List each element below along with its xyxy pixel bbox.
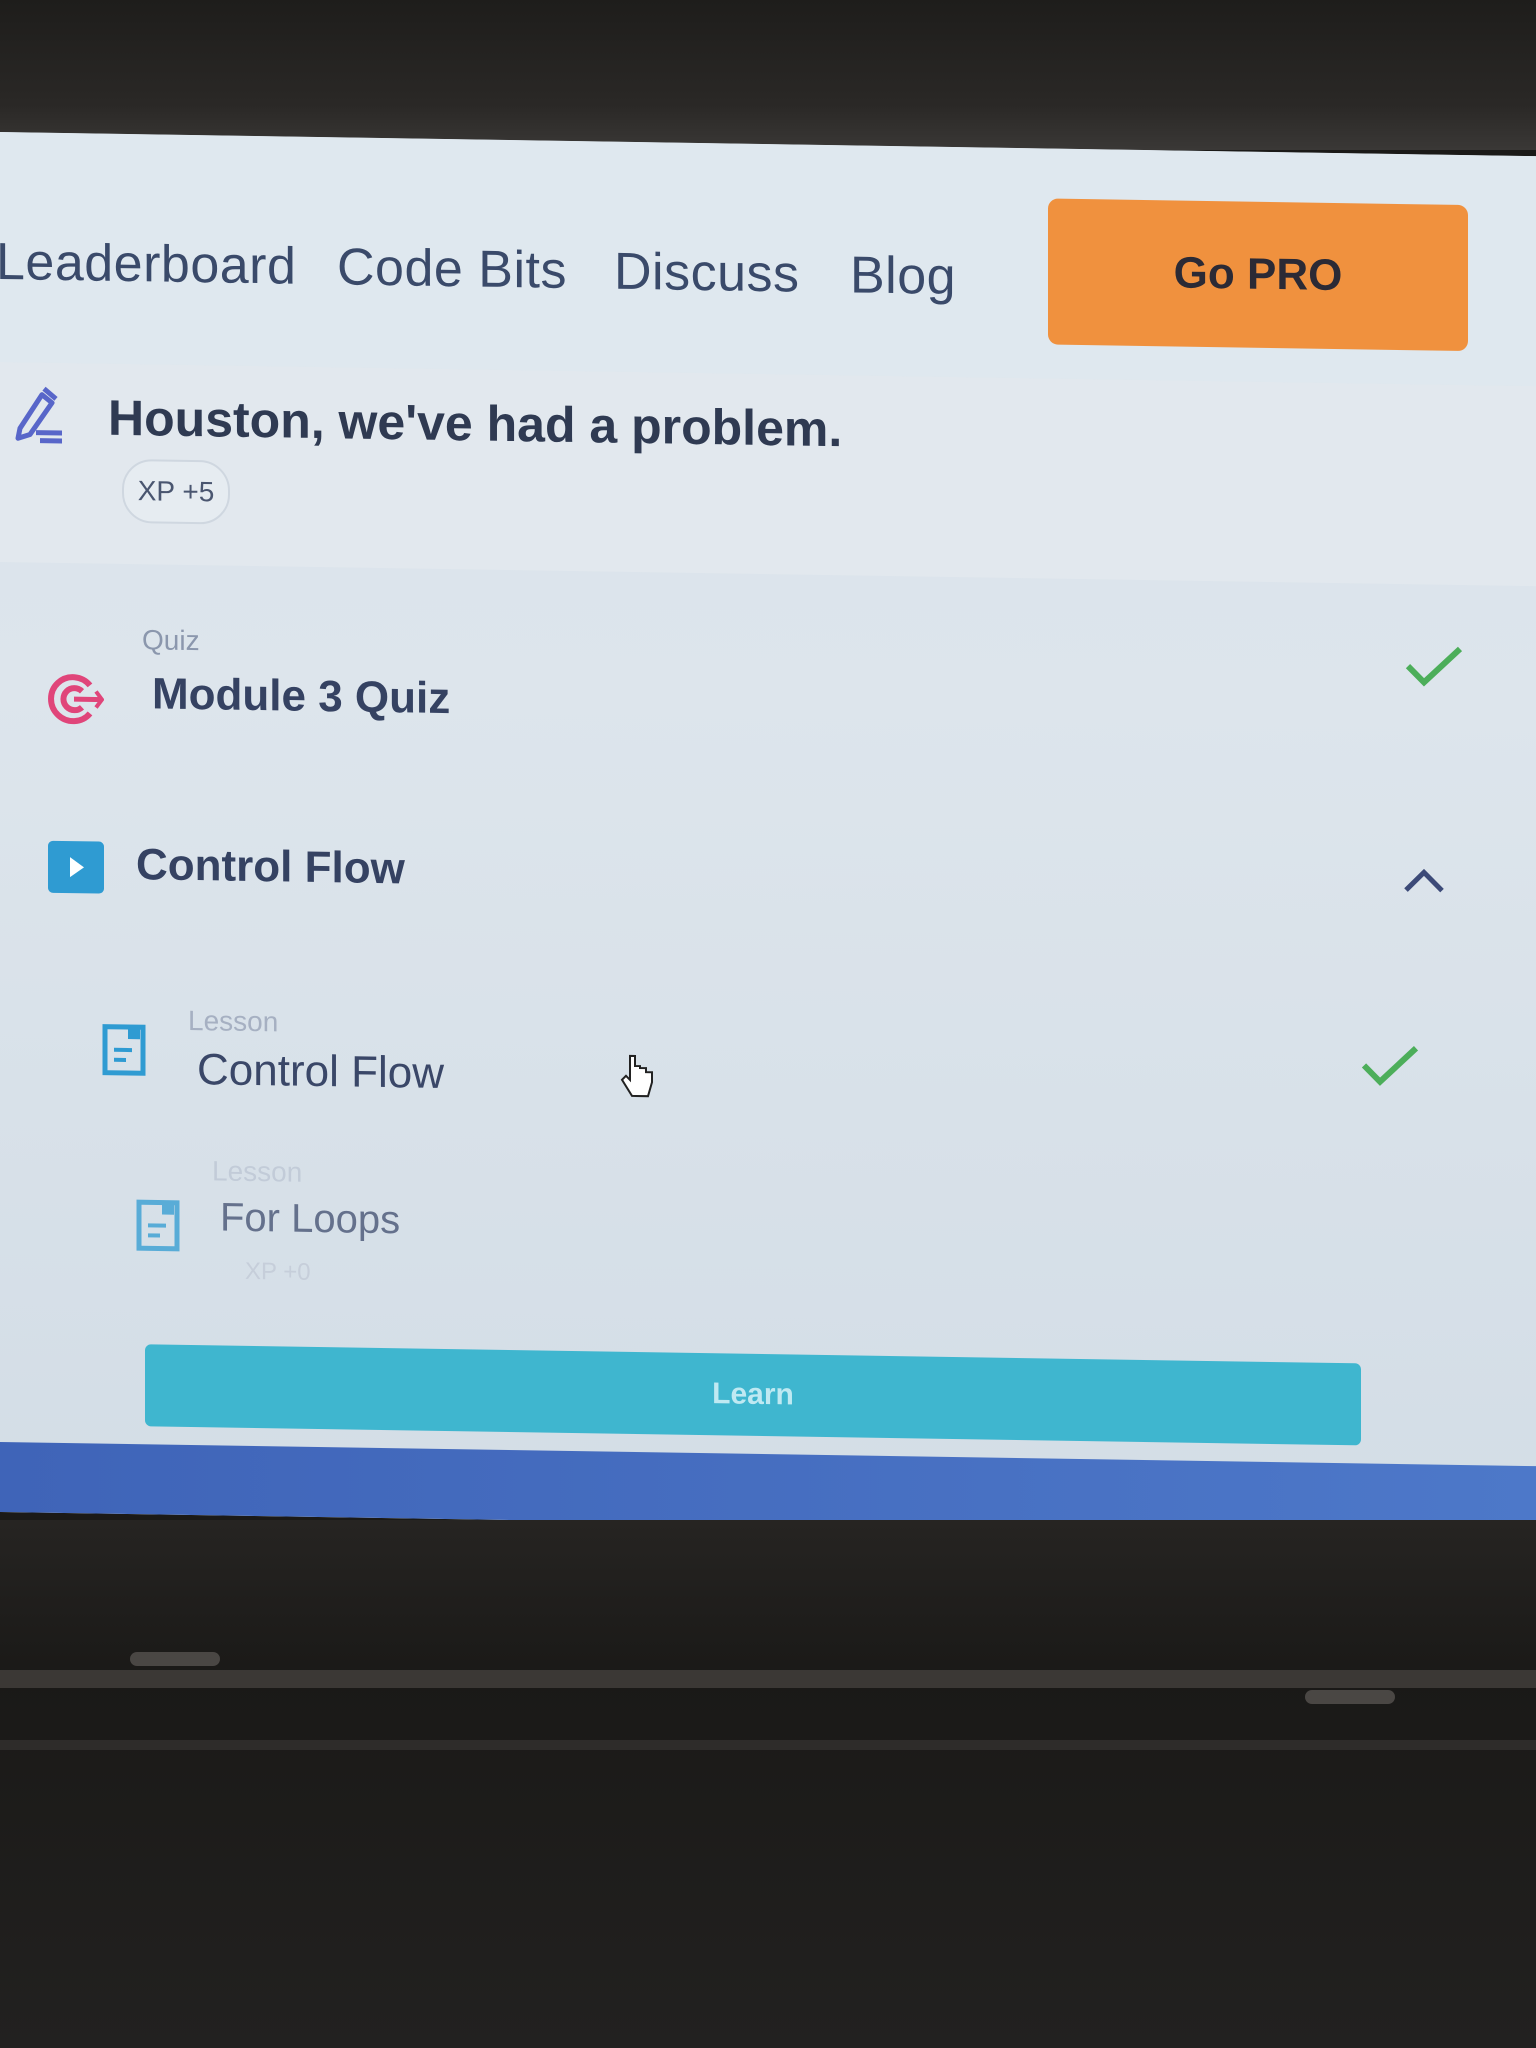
top-nav: Leaderboard Code Bits Discuss Blog Go PR…	[0, 132, 1536, 387]
lesson-title: Control Flow	[197, 1045, 444, 1098]
target-icon	[48, 674, 104, 725]
module-title: Control Flow	[136, 840, 405, 894]
nav-link-leaderboard[interactable]: Leaderboard	[0, 232, 296, 297]
nav-link-code-bits[interactable]: Code Bits	[337, 237, 567, 301]
checkmark-icon	[1405, 646, 1463, 687]
hand-cursor-icon	[620, 1054, 653, 1098]
challenge-card[interactable]: Houston, we've had a problem. XP +5	[0, 362, 1536, 587]
lesson-label: Lesson	[212, 1155, 303, 1188]
play-icon	[48, 840, 104, 894]
rubber-foot	[1305, 1690, 1395, 1704]
lesson-item[interactable]: Lesson For Loops XP +0	[0, 1142, 1536, 1336]
module-header[interactable]: Control Flow	[0, 832, 1536, 936]
lesson-item[interactable]: Lesson Control Flow	[0, 982, 1536, 1156]
xp-badge: XP +5	[122, 458, 230, 525]
quiz-label: Quiz	[142, 624, 200, 657]
rubber-foot	[130, 1652, 220, 1666]
quiz-title: Module 3 Quiz	[152, 669, 451, 724]
chevron-up-icon[interactable]	[1402, 864, 1446, 895]
checkmark-icon	[1361, 1046, 1419, 1086]
nav-link-discuss[interactable]: Discuss	[614, 242, 800, 305]
learn-button[interactable]: Learn	[145, 1344, 1361, 1446]
lesson-doc-icon	[136, 1199, 180, 1252]
lesson-title: For Loops	[220, 1195, 401, 1243]
laptop-hinge	[0, 1670, 1536, 1688]
laptop-edge	[0, 1740, 1536, 1750]
go-pro-button[interactable]: Go PRO	[1048, 198, 1468, 352]
nav-link-blog[interactable]: Blog	[850, 245, 956, 307]
lesson-xp: XP +0	[245, 1257, 311, 1286]
monitor-bezel-top	[0, 0, 1536, 150]
screen: Leaderboard Code Bits Discuss Blog Go PR…	[0, 132, 1536, 1537]
laptop-body	[0, 1520, 1536, 2048]
challenge-title: Houston, we've had a problem.	[108, 389, 843, 458]
lesson-label: Lesson	[188, 1004, 279, 1038]
quiz-row[interactable]: Quiz Module 3 Quiz	[0, 602, 1536, 776]
lesson-doc-icon	[102, 1024, 146, 1076]
pen-icon	[15, 386, 62, 444]
